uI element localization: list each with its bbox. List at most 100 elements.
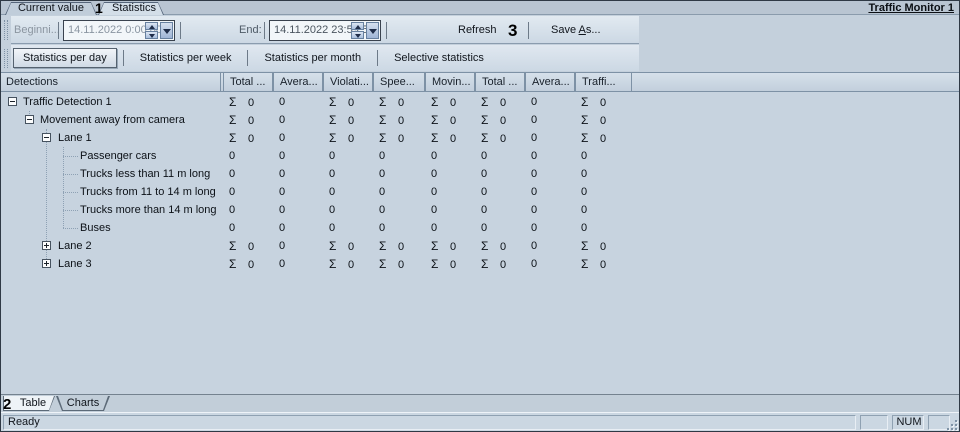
toolbar-grip-icon[interactable] [4, 20, 8, 40]
stat-cell: 0 [431, 168, 438, 180]
stat-cell: Σ0 [229, 95, 255, 109]
stat-cell: Σ0 [581, 257, 607, 271]
toolbar-separator [180, 22, 181, 39]
save-as-button[interactable]: Save As... [551, 15, 601, 45]
sigma-sum-icon: Σ [229, 257, 237, 271]
stat-cell: 0 [379, 186, 386, 198]
column-header[interactable]: Spee... [373, 73, 425, 91]
stat-cell: 0 [329, 204, 336, 216]
begin-date-spinner[interactable] [145, 22, 158, 39]
stat-cell: 0 [531, 132, 538, 144]
stat-cell: 0 [229, 204, 236, 216]
stat-cell: 0 [279, 258, 286, 270]
tree-row-label: Trucks less than 11 m long [80, 168, 211, 180]
expand-icon[interactable] [42, 241, 51, 250]
spin-down-icon[interactable] [145, 31, 158, 39]
stat-cell: 0 [229, 186, 236, 198]
toolbar-separator [377, 50, 379, 66]
column-header[interactable]: Total ... [223, 73, 273, 91]
sigma-sum-icon: Σ [229, 131, 237, 145]
stat-cell: Σ0 [329, 257, 355, 271]
tree-row-label: Traffic Detection 1 [23, 96, 112, 108]
stat-cell: Σ0 [481, 95, 507, 109]
begin-date-dropdown[interactable] [160, 22, 173, 39]
detections-column-header[interactable]: Detections [6, 73, 58, 91]
tree-row[interactable]: Lane 3 Σ0 0 Σ0 Σ0 Σ0 Σ0 0 Σ0 [1, 255, 959, 273]
stat-cell: 0 [229, 222, 236, 234]
sigma-sum-icon: Σ [379, 113, 387, 127]
stats-period-button[interactable]: Statistics per day [13, 48, 117, 68]
stat-cell: 0 [229, 150, 236, 162]
tree-line [63, 210, 78, 211]
stat-cell: Σ0 [431, 257, 457, 271]
tab-current-value-label: Current value [17, 2, 85, 14]
stat-cell: 0 [379, 222, 386, 234]
stat-cell: Σ0 [229, 257, 255, 271]
stat-cell: 0 [481, 186, 488, 198]
collapse-icon[interactable] [8, 97, 17, 106]
sigma-sum-icon: Σ [581, 239, 589, 253]
tab-charts[interactable]: Charts [56, 396, 110, 411]
stat-cell: 0 [379, 204, 386, 216]
stat-cell: 0 [329, 186, 336, 198]
tree-row[interactable]: Trucks more than 14 m long 0 0 0 0 0 0 0 0 [1, 201, 959, 219]
traffic-monitor-window: Current value Statistics 1 Traffic Monit… [0, 0, 960, 432]
tree-row[interactable]: Lane 1 Σ0 0 Σ0 Σ0 Σ0 Σ0 0 Σ0 [1, 129, 959, 147]
stat-cell: Σ0 [379, 257, 405, 271]
column-header[interactable]: Violati... [323, 73, 373, 91]
collapse-icon[interactable] [25, 115, 34, 124]
expand-icon[interactable] [42, 259, 51, 268]
sigma-sum-icon: Σ [431, 239, 439, 253]
collapse-icon[interactable] [42, 133, 51, 142]
spin-up-icon[interactable] [351, 22, 364, 30]
tree-row[interactable]: Movement away from camera Σ 0 0 Σ 0 Σ 0 Σ 0 Σ 0 0 Σ 0 [1, 111, 959, 129]
stat-cell: 0 [581, 168, 588, 180]
column-header[interactable]: Movin... [425, 73, 475, 91]
tree-row[interactable]: Traffic Detection 1 Σ0 0 Σ0 Σ0 Σ0 Σ0 0 Σ0 [1, 93, 959, 111]
end-date-spinner[interactable] [351, 22, 364, 39]
stats-period-button[interactable]: Selective statistics [384, 48, 494, 68]
stat-cell: Σ0 [431, 95, 457, 109]
stat-cell: 0 [329, 168, 336, 180]
tab-current-value[interactable]: Current value [5, 2, 97, 15]
tree-row[interactable]: Trucks from 11 to 14 m long 0 0 0 0 0 0 0 0 [1, 183, 959, 201]
begin-date-field[interactable]: 14.11.2022 0:00:00 [63, 20, 175, 41]
end-date-dropdown[interactable] [366, 22, 379, 39]
tree-row[interactable]: Passenger cars 0 0 0 0 0 0 0 0 [1, 147, 959, 165]
column-header[interactable]: Traffi... [575, 73, 632, 91]
tree-row[interactable]: Trucks less than 11 m long 0 0 0 0 0 0 0 0 [1, 165, 959, 183]
stats-period-button[interactable]: Statistics per month [254, 48, 371, 68]
stat-cell: Σ0 [379, 239, 405, 253]
toolbar-separator [122, 50, 124, 66]
resize-grip-icon[interactable] [945, 418, 957, 430]
stat-cell: 0 [279, 186, 286, 198]
tree-row[interactable]: Lane 2 Σ0 0 Σ0 Σ0 Σ0 Σ0 0 Σ0 [1, 237, 959, 255]
sigma-sum-icon: Σ [581, 257, 589, 271]
stat-cell: 0 [581, 186, 588, 198]
stat-cell: Σ0 [329, 239, 355, 253]
stat-cell: Σ0 [581, 95, 607, 109]
tree-row-label: Lane 1 [58, 132, 92, 144]
stat-cell: 0 [531, 204, 538, 216]
stat-cell: Σ0 [581, 113, 607, 127]
sigma-sum-icon: Σ [481, 113, 489, 127]
spin-down-icon[interactable] [351, 31, 364, 39]
tree-row[interactable]: Buses 0 0 0 0 0 0 0 0 [1, 219, 959, 237]
stat-cell: 0 [379, 150, 386, 162]
sigma-sum-icon: Σ [431, 113, 439, 127]
column-header[interactable]: Avera... [525, 73, 575, 91]
tab-statistics[interactable]: Statistics [98, 2, 164, 15]
column-header[interactable]: Avera... [273, 73, 323, 91]
stat-cell: 0 [431, 204, 438, 216]
chevron-down-icon [163, 29, 171, 34]
refresh-button[interactable]: Refresh [458, 15, 497, 45]
stat-cell: Σ0 [431, 113, 457, 127]
column-divider[interactable] [220, 73, 221, 91]
end-date-field[interactable]: 14.11.2022 23:59:59 [269, 20, 381, 41]
stats-period-button[interactable]: Statistics per week [130, 48, 242, 68]
sigma-sum-icon: Σ [581, 131, 589, 145]
sigma-sum-icon: Σ [379, 95, 387, 109]
spin-up-icon[interactable] [145, 22, 158, 30]
toolbar-grip-icon[interactable] [4, 49, 8, 68]
column-header[interactable]: Total ... [475, 73, 525, 91]
